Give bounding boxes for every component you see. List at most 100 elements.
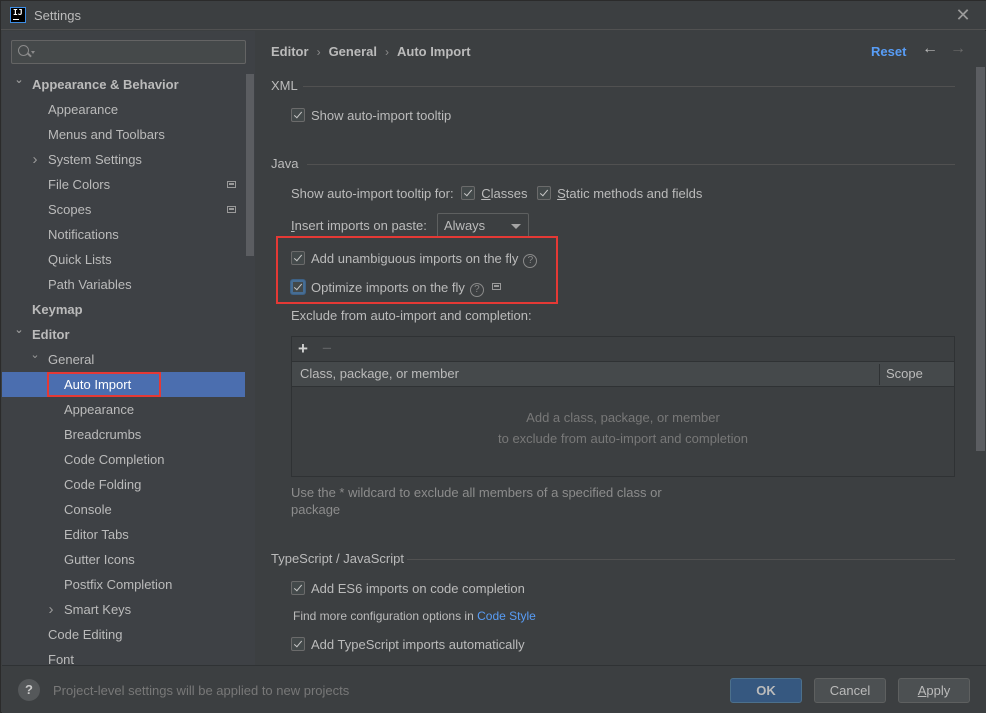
sidebar-item-label: Notifications: [48, 227, 119, 242]
classes-label[interactable]: Classes: [481, 186, 527, 201]
es6-imports-checkbox[interactable]: [291, 581, 305, 595]
reset-link[interactable]: Reset: [871, 44, 906, 59]
static-methods-label[interactable]: Static methods and fields: [557, 186, 702, 201]
sidebar-item-editor-tabs[interactable]: Editor Tabs: [2, 522, 245, 547]
sidebar-item-appearance[interactable]: Appearance: [2, 397, 245, 422]
settings-dialog: IJ Settings ✕ ⌄ Appearance & Behavior Appe…: [0, 0, 986, 713]
sidebar-item-postfix-completion[interactable]: Postfix Completion: [2, 572, 245, 597]
chevron-down-icon[interactable]: ⌄: [14, 318, 24, 343]
breadcrumb-item-editor: Editor: [271, 44, 309, 59]
search-history-caret-icon[interactable]: [31, 51, 35, 54]
sidebar-item-console[interactable]: Console: [2, 497, 245, 522]
footer-info-text: Project-level settings will be applied t…: [53, 683, 350, 698]
sidebar-item-notifications[interactable]: Notifications: [2, 222, 245, 247]
sidebar-item-code-completion[interactable]: Code Completion: [2, 447, 245, 472]
ts-auto-imports-checkbox[interactable]: [291, 637, 305, 651]
annotation-highlight-box: [276, 236, 558, 304]
sidebar-item-path-variables[interactable]: Path Variables: [2, 272, 245, 297]
sidebar-item-label: Auto Import: [64, 377, 132, 392]
static-methods-checkbox[interactable]: [537, 186, 552, 200]
close-icon[interactable]: ✕: [953, 5, 973, 25]
search-icon[interactable]: [18, 45, 29, 56]
breadcrumb: Editor › General › Auto Import: [271, 44, 471, 59]
sidebar-item-quick-lists[interactable]: Quick Lists: [2, 247, 245, 272]
breadcrumb-separator: ›: [384, 45, 389, 59]
add-icon[interactable]: +: [298, 339, 308, 359]
sidebar-item-label: Code Folding: [64, 477, 142, 492]
sidebar-item-label: Code Editing: [48, 627, 123, 642]
cancel-button[interactable]: Cancel: [814, 678, 886, 703]
sidebar-item-label: General: [48, 352, 95, 367]
column-header-scope[interactable]: Scope: [886, 366, 923, 381]
section-divider: [307, 164, 955, 165]
sidebar-item-label: Appearance & Behavior: [32, 77, 179, 92]
sidebar-item-label: Gutter Icons: [64, 552, 135, 567]
es6-imports-option[interactable]: Add ES6 imports on code completion: [291, 581, 525, 596]
sidebar-item-gutter-icons[interactable]: Gutter Icons: [2, 547, 245, 572]
apply-button[interactable]: Apply: [898, 678, 970, 703]
breadcrumb-separator: ›: [316, 45, 321, 59]
help-icon[interactable]: ?: [18, 679, 40, 701]
empty-message-line1: Add a class, package, or member: [526, 410, 720, 425]
es6-imports-label[interactable]: Add ES6 imports on code completion: [311, 581, 525, 596]
sidebar-item-label: Smart Keys: [64, 602, 132, 617]
column-separator[interactable]: [879, 364, 880, 385]
sidebar-item-code-editing[interactable]: Code Editing: [2, 622, 245, 647]
breadcrumb-item-general: General: [328, 44, 377, 59]
sidebar-item-auto-import[interactable]: Auto Import: [2, 372, 245, 397]
sidebar-item-keymap[interactable]: Keymap: [2, 297, 245, 322]
insert-imports-label: Insert imports on paste:: [291, 218, 427, 233]
sidebar-item-font[interactable]: Font: [2, 647, 245, 665]
settings-sidebar: ⌄ Appearance & Behavior Appearance Menus an…: [2, 31, 255, 665]
sidebar-item-general[interactable]: ⌄ General: [2, 347, 245, 372]
chevron-down-icon[interactable]: ⌄: [30, 343, 40, 368]
column-header-class[interactable]: Class, package, or member: [300, 366, 459, 381]
content-scrollbar[interactable]: [976, 67, 985, 451]
sidebar-item-system-settings[interactable]: › System Settings: [2, 147, 245, 172]
settings-search-field[interactable]: [11, 40, 246, 64]
sidebar-item-label: Editor Tabs: [64, 527, 129, 542]
insert-imports-dropdown[interactable]: Always: [437, 213, 529, 238]
project-level-icon: [227, 206, 236, 213]
sidebar-scrollbar[interactable]: [246, 74, 254, 256]
sidebar-item-file-colors[interactable]: File Colors: [2, 172, 245, 197]
sidebar-item-label: Appearance: [48, 102, 119, 117]
settings-tree: ⌄ Appearance & Behavior Appearance Menus an…: [2, 72, 245, 665]
sidebar-item-code-folding[interactable]: Code Folding: [2, 472, 245, 497]
search-input[interactable]: [38, 43, 238, 61]
java-tooltip-for-label: Show auto-import tooltip for:: [291, 186, 454, 201]
chevron-right-icon[interactable]: ›: [46, 597, 56, 622]
exclude-label: Exclude from auto-import and completion:: [291, 308, 532, 323]
section-divider: [303, 86, 955, 87]
xml-show-tooltip-checkbox[interactable]: [291, 108, 305, 122]
sidebar-item-breadcrumbs[interactable]: Breadcrumbs: [2, 422, 245, 447]
section-title-xml: XML: [271, 78, 298, 93]
xml-show-tooltip-label[interactable]: Show auto-import tooltip: [311, 108, 451, 123]
project-level-icon: [227, 181, 236, 188]
sidebar-item-label: Console: [64, 502, 112, 517]
code-style-link[interactable]: Code Style: [477, 609, 536, 623]
sidebar-item-scopes[interactable]: Scopes: [2, 197, 245, 222]
wildcard-hint: Use the * wildcard to exclude all member…: [291, 485, 662, 517]
sidebar-item-label: Appearance: [64, 402, 135, 417]
sidebar-item-label: File Colors: [48, 177, 111, 192]
sidebar-item-smart-keys[interactable]: › Smart Keys: [2, 597, 245, 622]
sidebar-item-appearance-behavior[interactable]: ⌄ Appearance & Behavior: [2, 72, 245, 97]
chevron-down-icon: [511, 224, 521, 229]
table-header: Class, package, or member Scope: [292, 362, 954, 387]
ts-auto-imports-option[interactable]: Add TypeScript imports automatically: [291, 637, 525, 652]
sidebar-item-appearance[interactable]: Appearance: [2, 97, 245, 122]
back-arrow-icon[interactable]: ←: [922, 40, 938, 58]
table-toolbar: + −: [292, 337, 954, 362]
ts-auto-imports-label[interactable]: Add TypeScript imports automatically: [311, 637, 525, 652]
ok-button[interactable]: OK: [730, 678, 802, 703]
sidebar-item-menus-and-toolbars[interactable]: Menus and Toolbars: [2, 122, 245, 147]
forward-arrow-icon[interactable]: →: [950, 40, 966, 58]
chevron-down-icon[interactable]: ⌄: [14, 68, 24, 93]
xml-show-tooltip-option[interactable]: Show auto-import tooltip: [291, 108, 451, 123]
classes-checkbox[interactable]: [461, 186, 476, 200]
section-title-java: Java: [271, 156, 299, 171]
chevron-right-icon[interactable]: ›: [30, 147, 40, 172]
remove-icon[interactable]: −: [322, 339, 332, 359]
sidebar-item-label: Menus and Toolbars: [48, 127, 165, 142]
